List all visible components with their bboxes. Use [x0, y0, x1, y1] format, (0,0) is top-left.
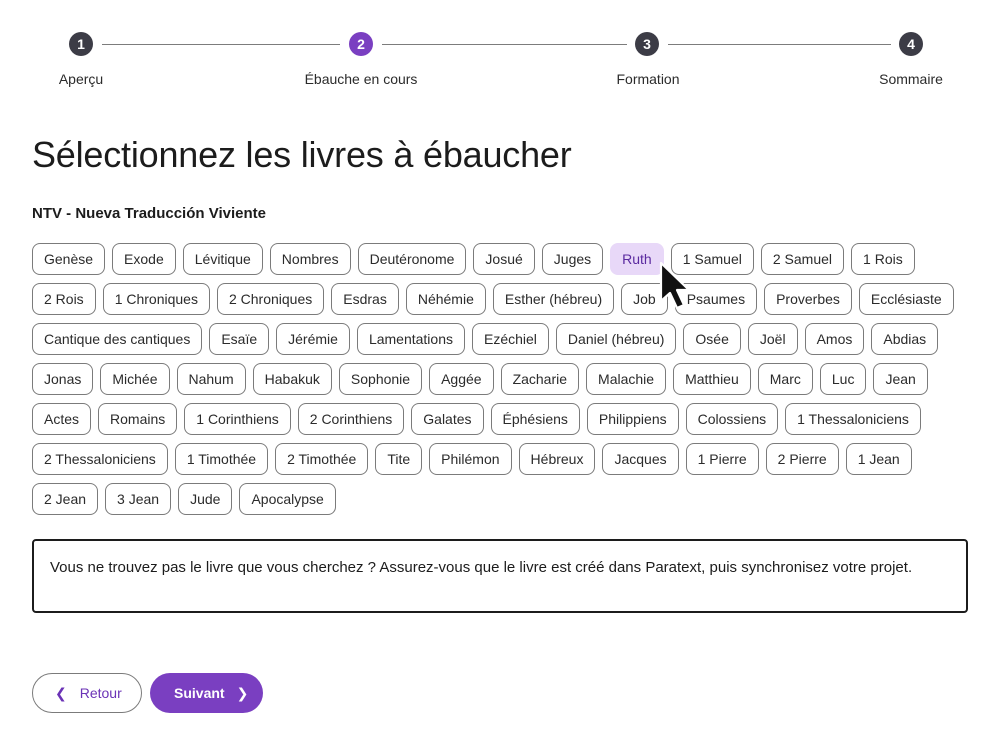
book-chip[interactable]: Esdras [331, 283, 399, 315]
book-chip[interactable]: Esther (hébreu) [492, 283, 615, 315]
step-4-label: Sommaire [879, 71, 943, 87]
book-chip[interactable]: Juges [541, 243, 604, 275]
book-chip[interactable]: Ecclésiaste [858, 283, 954, 315]
book-chip[interactable]: Hébreux [518, 443, 596, 475]
step-3-label: Formation [616, 71, 680, 87]
book-chip[interactable]: Nahum [176, 363, 246, 395]
book-chip[interactable]: 1 Pierre [685, 443, 759, 475]
book-chip[interactable]: Apocalypse [239, 483, 336, 515]
book-chip[interactable]: 2 Samuel [760, 243, 845, 275]
book-chip[interactable]: 3 Jean [105, 483, 172, 515]
book-chip[interactable]: Colossiens [685, 403, 779, 435]
book-chip[interactable]: Matthieu [673, 363, 751, 395]
book-chip[interactable]: Joël [747, 323, 798, 355]
book-chip[interactable]: Romains [98, 403, 178, 435]
book-chip[interactable]: Néhémie [405, 283, 486, 315]
step-connector [382, 44, 627, 45]
book-chip[interactable]: Actes [32, 403, 92, 435]
book-chip[interactable]: 2 Rois [32, 283, 96, 315]
book-chip[interactable]: Éphésiens [490, 403, 580, 435]
step-1-label: Aperçu [58, 71, 104, 87]
stepper: 1 2 3 4 Aperçu Ébauche en cours Formatio… [0, 31, 1000, 91]
book-chip[interactable]: Nombres [269, 243, 351, 275]
book-chip[interactable]: Psaumes [674, 283, 758, 315]
chevron-right-icon: ❯ [236, 684, 249, 701]
book-chip[interactable]: Sophonie [338, 363, 423, 395]
step-2-label: Ébauche en cours [304, 71, 418, 87]
book-chip[interactable]: 1 Rois [851, 243, 915, 275]
book-chip[interactable]: Esaïe [209, 323, 270, 355]
chevron-left-icon: ❮ [55, 684, 67, 701]
book-chip[interactable]: Jacques [602, 443, 679, 475]
book-chip[interactable]: Genèse [32, 243, 106, 275]
step-connector [102, 44, 340, 45]
book-chip[interactable]: Jérémie [276, 323, 350, 355]
book-chip[interactable]: Aggée [429, 363, 494, 395]
book-chip[interactable]: Lamentations [356, 323, 465, 355]
book-chip[interactable]: Amos [804, 323, 865, 355]
book-chip[interactable]: Osée [683, 323, 741, 355]
book-chip[interactable]: 1 Timothée [174, 443, 269, 475]
step-1-indicator[interactable]: 1 [69, 32, 93, 56]
book-chip[interactable]: Malachie [586, 363, 667, 395]
book-chip[interactable]: 2 Chroniques [216, 283, 325, 315]
book-chip[interactable]: Michée [100, 363, 170, 395]
book-chip[interactable]: 2 Corinthiens [297, 403, 405, 435]
book-chip[interactable]: Jude [178, 483, 233, 515]
book-chip[interactable]: Lévitique [182, 243, 263, 275]
book-chip[interactable]: 2 Pierre [765, 443, 839, 475]
book-chip[interactable]: Jonas [32, 363, 94, 395]
step-2-indicator[interactable]: 2 [349, 32, 373, 56]
book-chip[interactable]: 2 Timothée [275, 443, 369, 475]
book-chip[interactable]: Marc [757, 363, 813, 395]
book-chip[interactable]: Josué [473, 243, 535, 275]
book-chip[interactable]: 1 Chroniques [102, 283, 210, 315]
step-4-indicator[interactable]: 4 [899, 32, 923, 56]
book-chip[interactable]: Proverbes [764, 283, 852, 315]
book-chip-list: Genèse Exode Lévitique Nombres Deutéronome Jo… [32, 243, 972, 515]
book-chip[interactable]: Habakuk [252, 363, 332, 395]
book-chip[interactable]: Job [621, 283, 668, 315]
book-chip[interactable]: Daniel (hébreu) [555, 323, 677, 355]
book-chip[interactable]: Deutéronome [357, 243, 467, 275]
draft-wizard-page: 1 2 3 4 Aperçu Ébauche en cours Formatio… [0, 0, 1000, 755]
missing-book-notice: Vous ne trouvez pas le livre que vous ch… [32, 539, 968, 613]
book-chip[interactable]: Ruth [610, 243, 664, 275]
book-chip[interactable]: Philémon [429, 443, 512, 475]
back-button[interactable]: ❮ Retour [32, 673, 142, 713]
book-chip[interactable]: Zacharie [500, 363, 580, 395]
book-chip[interactable]: Galates [411, 403, 484, 435]
book-chip[interactable]: 2 Jean [32, 483, 99, 515]
project-name: NTV - Nueva Traducción Viviente [32, 205, 266, 222]
book-chip[interactable]: Philippiens [586, 403, 679, 435]
back-button-label: Retour [79, 685, 122, 701]
book-chip[interactable]: 1 Thessaloniciens [785, 403, 921, 435]
step-connector [668, 44, 891, 45]
book-chip[interactable]: Tite [375, 443, 423, 475]
book-chip[interactable]: Cantique des cantiques [32, 323, 203, 355]
next-button[interactable]: Suivant ❯ [150, 673, 263, 713]
book-chip[interactable]: 2 Thessaloniciens [32, 443, 168, 475]
book-chip[interactable]: Ezéchiel [472, 323, 549, 355]
book-chip[interactable]: 1 Samuel [670, 243, 754, 275]
book-chip[interactable]: 1 Corinthiens [184, 403, 291, 435]
book-chip[interactable]: Jean [873, 363, 928, 395]
book-chip[interactable]: Luc [819, 363, 867, 395]
next-button-label: Suivant [174, 685, 225, 701]
page-title: Sélectionnez les livres à ébaucher [32, 134, 572, 175]
book-chip[interactable]: Abdias [871, 323, 939, 355]
book-chip[interactable]: 1 Jean [845, 443, 912, 475]
step-3-indicator[interactable]: 3 [635, 32, 659, 56]
book-chip[interactable]: Exode [112, 243, 176, 275]
